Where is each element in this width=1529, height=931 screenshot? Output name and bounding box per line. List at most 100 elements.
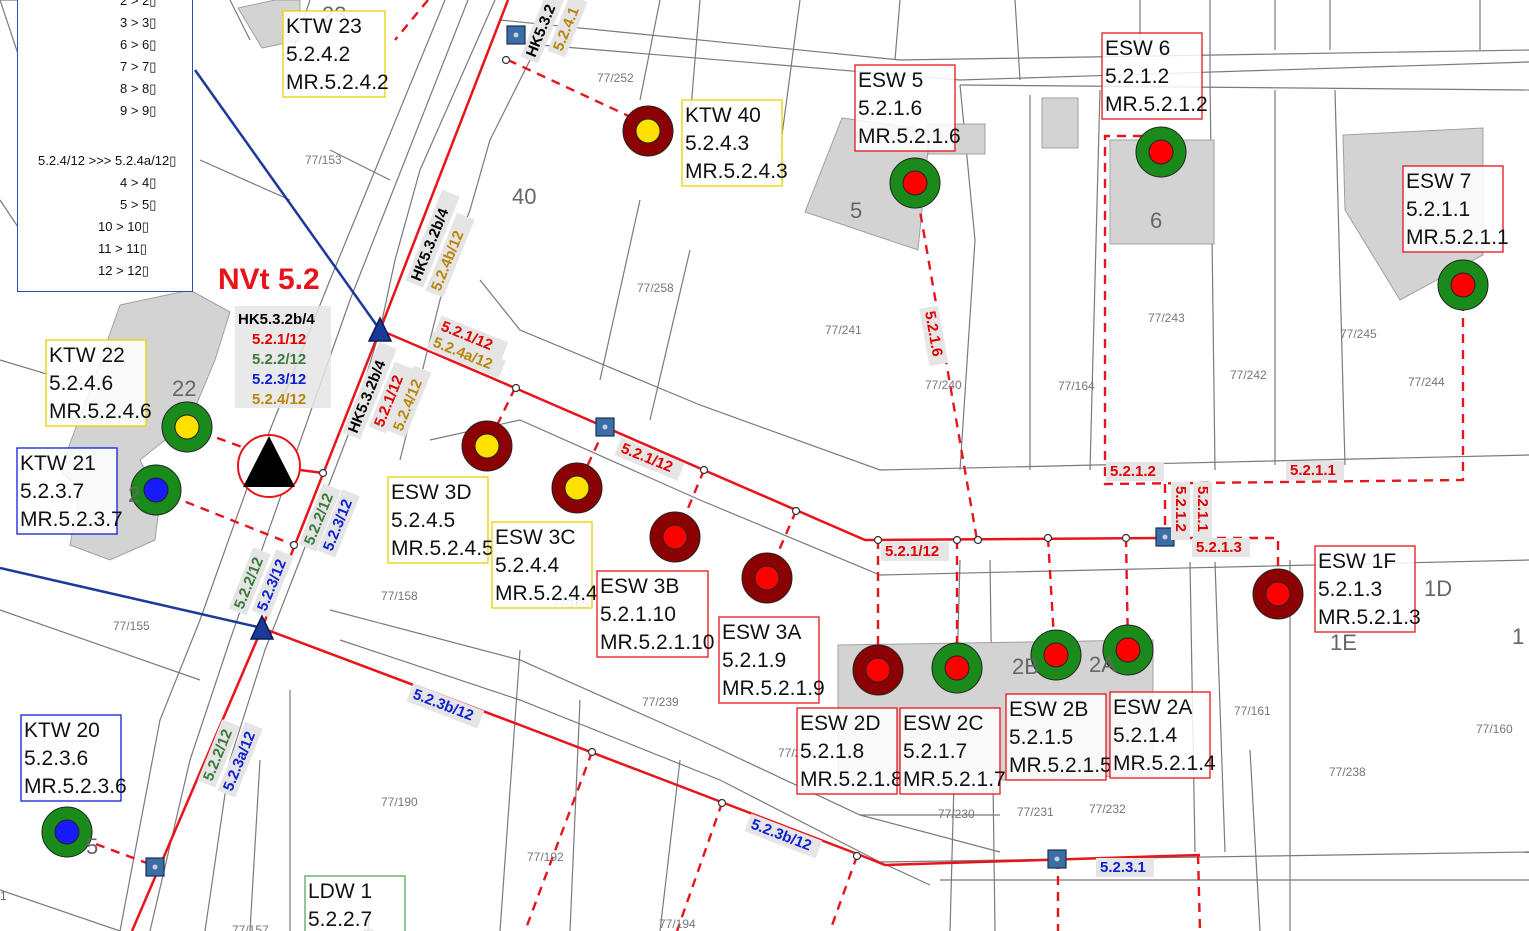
address-label-box[interactable]: KTW 40 5.2.4.3 MR.5.2.4.3	[681, 99, 788, 187]
parcel-id: 77/240	[925, 378, 962, 392]
house-number: 1	[0, 889, 7, 903]
segment-label: 5.2.3b/12	[749, 816, 814, 855]
house-connection-icon[interactable]	[1437, 259, 1489, 311]
address-label-line: MR.5.2.4.6	[49, 400, 152, 423]
house-number: 2	[128, 482, 140, 507]
parcel-id: 77/153	[305, 153, 342, 167]
parcel-id: 77/244	[1408, 375, 1445, 389]
handhole-icon	[506, 25, 526, 45]
address-label-line: ESW 7	[1406, 170, 1471, 193]
legend-row: 3 > 3▯	[120, 15, 157, 30]
parcel-id: 77/160	[1476, 722, 1513, 736]
house-number: 6	[1150, 208, 1162, 233]
segment-label: 5.2.3.1	[1100, 859, 1146, 876]
address-label-line: 5.2.1.7	[903, 740, 967, 763]
parcel-id: 77/243	[1148, 311, 1185, 325]
parcel-id: 77/158	[381, 589, 418, 603]
address-label-box[interactable]: ESW 7 5.2.1.1 MR.5.2.1.1	[1402, 165, 1509, 253]
address-label-box[interactable]: ESW 2D 5.2.1.8 MR.5.2.1.8	[796, 707, 903, 795]
address-label-line: MR.5.2.4.2	[286, 71, 389, 94]
parcel-id: 77/164	[1058, 379, 1095, 393]
segment-label: 5.2.1.2	[1110, 463, 1156, 480]
house-connection-icon[interactable]	[931, 642, 983, 694]
branch-triangle-icon	[367, 316, 393, 342]
house-connection-icon[interactable]	[1252, 568, 1304, 620]
house-connection-icon[interactable]	[852, 644, 904, 696]
address-label-line: ESW 3D	[391, 481, 472, 504]
legend-row: 6 > 6▯	[120, 37, 157, 52]
address-label-line: 5.2.1.1	[1406, 198, 1470, 221]
address-label-box[interactable]: ESW 6 5.2.1.2 MR.5.2.1.2	[1101, 32, 1208, 120]
address-label-line: ESW 1F	[1318, 550, 1396, 573]
parcel-id: 77/241	[825, 323, 862, 337]
address-label-line: MR.5.2.4.4	[495, 582, 598, 605]
handhole-icon	[145, 857, 165, 877]
house-number: 2A	[1089, 652, 1116, 677]
address-label-line: MR.5.2.4.5	[391, 537, 494, 560]
address-label-line: KTW 22	[49, 344, 125, 367]
legend-row: 12 > 12▯	[98, 263, 149, 278]
house-connection-icon[interactable]	[889, 157, 941, 209]
address-label-box[interactable]: ESW 3B 5.2.1.10 MR.5.2.1.10	[596, 570, 714, 658]
address-label-line: 5.2.3.6	[24, 747, 88, 770]
parcel-id: 77/155	[113, 619, 150, 633]
address-label-box[interactable]: KTW 23 5.2.4.2 MR.5.2.4.2	[282, 10, 389, 98]
nvt-fibre-line: 5.2.1/12	[252, 331, 306, 348]
nvt-label[interactable]: NVt 5.2 HK5.3.2b/4 5.2.1/12 5.2.2/12 5.2.3/…	[218, 263, 331, 408]
address-label-line: 5.2.3.7	[20, 480, 84, 503]
house-connection-icon[interactable]	[461, 420, 513, 472]
address-label-line: 5.2.1.8	[800, 740, 864, 763]
address-label-line: ESW 3B	[600, 575, 679, 598]
address-label-line: MR.5.2.1.1	[1406, 226, 1509, 249]
parcel-id: 77/252	[597, 71, 634, 85]
address-label-line: MR.5.2.3.6	[24, 775, 127, 798]
address-label-box[interactable]: ESW 3C 5.2.4.4 MR.5.2.4.4	[491, 521, 598, 609]
address-label-line: MR.5.2.1.9	[722, 677, 825, 700]
network-map[interactable]: 77/252 77/153 77/258 77/241 77/243 77/24…	[0, 0, 1529, 931]
address-label-line: MR.5.2.1.7	[903, 768, 1006, 791]
house-connection-icon[interactable]	[41, 806, 93, 858]
address-label-box[interactable]: ESW 2A 5.2.1.4 MR.5.2.1.4	[1109, 691, 1216, 779]
legend-row: 4 > 4▯	[120, 175, 157, 190]
parcel-id: 77/238	[1329, 765, 1366, 779]
address-label-box[interactable]: KTW 21 5.2.3.7 MR.5.2.3.7	[16, 447, 123, 535]
address-label-box[interactable]: ESW 3D 5.2.4.5 MR.5.2.4.5	[387, 476, 494, 564]
house-connection-icon[interactable]	[551, 462, 603, 514]
address-label-box[interactable]: ESW 2C 5.2.1.7 MR.5.2.1.7	[899, 707, 1006, 795]
parcel-id: 77/258	[637, 281, 674, 295]
segment-label: 5.2.1/12	[885, 543, 939, 560]
address-label-line: MR.5.2.1.10	[600, 631, 714, 654]
address-label-box[interactable]: ESW 2B 5.2.1.5 MR.5.2.1.5	[1005, 693, 1112, 781]
house-connection-icon[interactable]	[649, 511, 701, 563]
house-connection-icon[interactable]	[1135, 126, 1187, 178]
segment-label: 5.2.1.2	[1172, 486, 1189, 532]
legend-row: 8 > 8▯	[120, 81, 157, 96]
address-label-box[interactable]: ESW 3A 5.2.1.9 MR.5.2.1.9	[718, 616, 825, 704]
address-label-line: 5.2.4.2	[286, 43, 350, 66]
address-label-box[interactable]: KTW 20 5.2.3.6 MR.5.2.3.6	[20, 714, 127, 802]
address-label-line: MR.5.2.1.2	[1105, 93, 1208, 116]
address-label-box[interactable]: LDW 1 5.2.2.7	[304, 875, 406, 931]
house-connection-icon[interactable]	[741, 552, 793, 604]
house-connection-icon[interactable]	[161, 401, 213, 453]
address-label-line: 5.2.1.9	[722, 649, 786, 672]
parcel-id: 77/245	[1340, 327, 1377, 341]
address-label-box[interactable]: KTW 22 5.2.4.6 MR.5.2.4.6	[45, 339, 152, 427]
nvt-cabinet-icon[interactable]	[237, 434, 301, 498]
parcel-id: 77/232	[1089, 802, 1126, 816]
address-label-line: 5.2.1.4	[1113, 724, 1178, 747]
address-label-box[interactable]: ESW 1F 5.2.1.3 MR.5.2.1.3	[1314, 545, 1421, 633]
house-connection-icon[interactable]	[622, 105, 674, 157]
address-label-line: MR.5.2.4.3	[685, 160, 788, 183]
house-number: 22	[172, 376, 196, 401]
house-number: 1	[1512, 624, 1524, 649]
parcel-id: 77/190	[381, 795, 418, 809]
address-label-box[interactable]: ESW 5 5.2.1.6 MR.5.2.1.6	[854, 64, 961, 152]
handhole-icon	[595, 417, 615, 437]
nvt-fibre-line: 5.2.4/12	[252, 391, 306, 408]
address-label-line: 5.2.4.6	[49, 372, 113, 395]
address-label-line: KTW 20	[24, 719, 100, 742]
legend-row: 5 > 5▯	[120, 197, 157, 212]
address-label-line: 5.2.1.2	[1105, 65, 1169, 88]
parcel-id: 77/242	[1230, 368, 1267, 382]
